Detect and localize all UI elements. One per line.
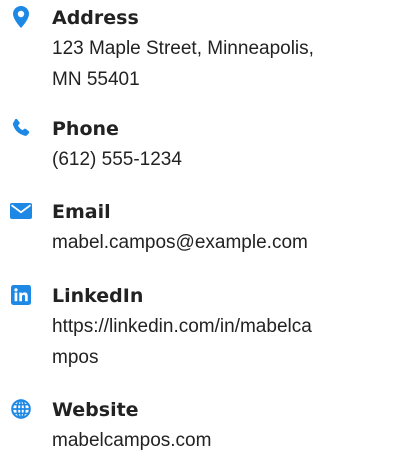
phone-label: Phone: [52, 118, 119, 140]
linkedin-label: LinkedIn: [52, 285, 144, 307]
address-value: 123 Maple Street, Minneapolis, MN 55401: [52, 33, 388, 95]
email-line-1: mabel.campos@example.com: [52, 232, 308, 253]
linkedin-line-1: https://linkedin.com/in/mabelca: [52, 316, 312, 337]
contact-info-list: Address 123 Maple Street, Minneapolis, M…: [0, 0, 399, 453]
globe-icon: [10, 398, 32, 420]
address-label: Address: [52, 7, 139, 29]
phone-line-1: (612) 555-1234: [52, 149, 182, 170]
address-line-2: MN 55401: [52, 69, 140, 90]
envelope-icon: [10, 200, 32, 222]
location-pin-icon: [10, 6, 32, 28]
phone-value[interactable]: (612) 555-1234: [52, 144, 388, 175]
phone-icon: [10, 117, 32, 139]
email-value[interactable]: mabel.campos@example.com: [52, 227, 388, 258]
website-line-1: mabelcampos.com: [52, 430, 212, 451]
email-label: Email: [52, 201, 111, 223]
linkedin-value[interactable]: https://linkedin.com/in/mabelca mpos: [52, 311, 388, 373]
website-label: Website: [52, 399, 139, 421]
linkedin-icon: [10, 284, 32, 306]
linkedin-line-2: mpos: [52, 347, 99, 368]
address-line-1: 123 Maple Street, Minneapolis,: [52, 38, 314, 59]
website-value[interactable]: mabelcampos.com: [52, 425, 388, 456]
